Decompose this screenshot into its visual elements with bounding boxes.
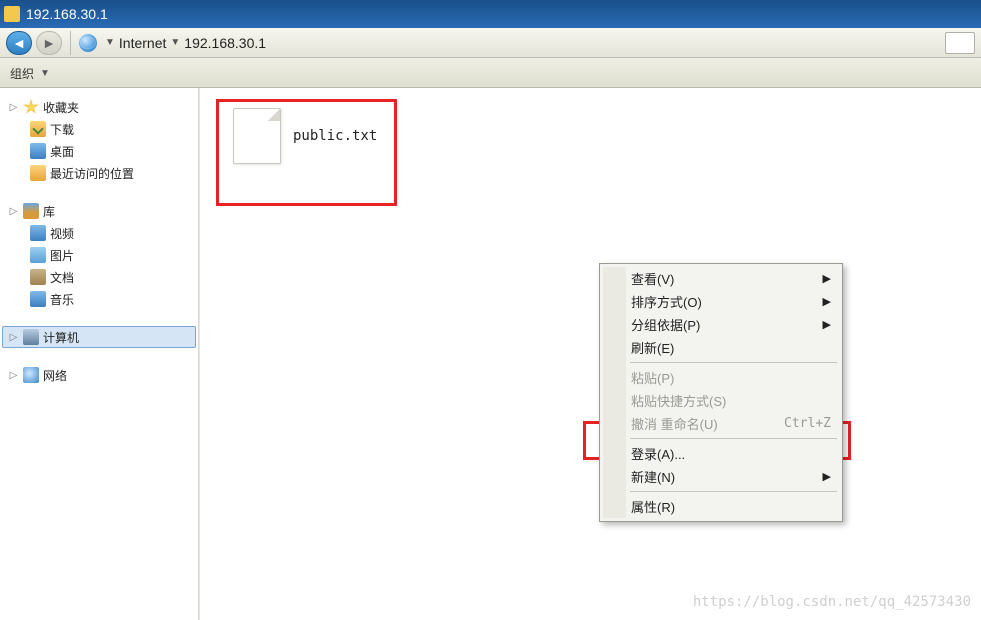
tree-documents[interactable]: 文档 bbox=[2, 266, 196, 288]
expander-icon[interactable]: ▷ bbox=[8, 206, 19, 217]
tree-label: 库 bbox=[43, 203, 55, 220]
nav-separator bbox=[70, 31, 71, 55]
globe-icon bbox=[79, 34, 97, 52]
tree-music[interactable]: 音乐 bbox=[2, 288, 196, 310]
chevron-down-icon[interactable]: ▼ bbox=[40, 68, 50, 79]
tree-pictures[interactable]: 图片 bbox=[2, 244, 196, 266]
library-icon bbox=[23, 203, 39, 219]
chevron-down-icon[interactable]: ▼ bbox=[105, 37, 115, 48]
window-title: 192.168.30.1 bbox=[26, 6, 108, 22]
tree-label: 音乐 bbox=[50, 291, 74, 308]
ctx-paste: 粘贴(P) bbox=[603, 366, 839, 389]
menu-label: 粘贴(P) bbox=[631, 368, 674, 387]
menu-label: 撤消 重命名(U) bbox=[631, 414, 718, 433]
chevron-down-icon[interactable]: ▼ bbox=[170, 37, 180, 48]
tree-label: 视频 bbox=[50, 225, 74, 242]
ctx-paste-shortcut: 粘贴快捷方式(S) bbox=[603, 389, 839, 412]
music-icon bbox=[30, 291, 46, 307]
folder-icon bbox=[30, 121, 46, 137]
menu-label: 分组依据(P) bbox=[631, 315, 700, 334]
file-name: public.txt bbox=[293, 128, 377, 144]
breadcrumb[interactable]: Internet ▼ 192.168.30.1 bbox=[119, 35, 266, 51]
back-button[interactable]: ◄ bbox=[6, 31, 32, 55]
sidebar-tree[interactable]: ▷ 收藏夹 下载 桌面 最近访问的位置 ▷ 库 视频 图片 文档 音乐 ▷ 计算… bbox=[0, 88, 199, 620]
tree-downloads[interactable]: 下载 bbox=[2, 118, 196, 140]
tree-label: 桌面 bbox=[50, 143, 74, 160]
organize-toolbar: 组织 ▼ bbox=[0, 58, 981, 88]
menu-label: 登录(A)... bbox=[631, 444, 685, 463]
tree-label: 收藏夹 bbox=[43, 99, 79, 116]
tree-desktop[interactable]: 桌面 bbox=[2, 140, 196, 162]
tree-favorites[interactable]: ▷ 收藏夹 bbox=[2, 96, 196, 118]
expander-icon[interactable]: ▷ bbox=[8, 370, 19, 381]
tree-computer[interactable]: ▷ 计算机 bbox=[2, 326, 196, 348]
desktop-icon bbox=[30, 143, 46, 159]
ctx-sort[interactable]: 排序方式(O) ▶ bbox=[603, 290, 839, 313]
window-app-icon bbox=[4, 6, 20, 22]
breadcrumb-segment[interactable]: 192.168.30.1 bbox=[184, 35, 266, 51]
ctx-group[interactable]: 分组依据(P) ▶ bbox=[603, 313, 839, 336]
menu-label: 属性(R) bbox=[631, 497, 675, 516]
tree-label: 下载 bbox=[50, 121, 74, 138]
breadcrumb-segment[interactable]: Internet bbox=[119, 35, 166, 51]
watermark: https://blog.csdn.net/qq_42573430 bbox=[693, 594, 971, 610]
ctx-properties[interactable]: 属性(R) bbox=[603, 495, 839, 518]
star-icon bbox=[23, 99, 39, 115]
expander-icon[interactable]: ▷ bbox=[8, 332, 19, 343]
text-file-icon bbox=[233, 108, 281, 164]
tree-libraries[interactable]: ▷ 库 bbox=[2, 200, 196, 222]
search-box[interactable] bbox=[945, 32, 975, 54]
ctx-undo-rename: 撤消 重命名(U) Ctrl+Z bbox=[603, 412, 839, 435]
picture-icon bbox=[30, 247, 46, 263]
file-item[interactable]: public.txt bbox=[229, 104, 405, 168]
computer-icon bbox=[23, 329, 39, 345]
menu-label: 新建(N) bbox=[631, 467, 675, 486]
tree-recent[interactable]: 最近访问的位置 bbox=[2, 162, 196, 184]
video-icon bbox=[30, 225, 46, 241]
submenu-arrow-icon: ▶ bbox=[823, 470, 831, 483]
tree-label: 计算机 bbox=[43, 329, 79, 346]
submenu-arrow-icon: ▶ bbox=[823, 272, 831, 285]
submenu-arrow-icon: ▶ bbox=[823, 295, 831, 308]
recent-icon bbox=[30, 165, 46, 181]
expander-icon[interactable]: ▷ bbox=[8, 102, 19, 113]
window-titlebar: 192.168.30.1 bbox=[0, 0, 981, 28]
menu-label: 粘贴快捷方式(S) bbox=[631, 391, 726, 410]
network-icon bbox=[23, 367, 39, 383]
menu-accelerator: Ctrl+Z bbox=[784, 416, 831, 431]
context-menu: 查看(V) ▶ 排序方式(O) ▶ 分组依据(P) ▶ 刷新(E) 粘贴(P) 粘贴快… bbox=[599, 263, 843, 522]
nav-toolbar: ◄ ► ▼ Internet ▼ 192.168.30.1 bbox=[0, 28, 981, 58]
menu-label: 查看(V) bbox=[631, 269, 674, 288]
organize-button[interactable]: 组织 bbox=[10, 65, 34, 82]
tree-label: 最近访问的位置 bbox=[50, 165, 134, 182]
menu-label: 排序方式(O) bbox=[631, 292, 702, 311]
ctx-view[interactable]: 查看(V) ▶ bbox=[603, 267, 839, 290]
tree-label: 图片 bbox=[50, 247, 74, 264]
menu-separator bbox=[630, 362, 837, 363]
forward-button[interactable]: ► bbox=[36, 31, 62, 55]
menu-separator bbox=[630, 438, 837, 439]
tree-label: 文档 bbox=[50, 269, 74, 286]
ctx-refresh[interactable]: 刷新(E) bbox=[603, 336, 839, 359]
file-list-pane[interactable]: public.txt bbox=[199, 88, 981, 620]
submenu-arrow-icon: ▶ bbox=[823, 318, 831, 331]
tree-videos[interactable]: 视频 bbox=[2, 222, 196, 244]
tree-label: 网络 bbox=[43, 367, 67, 384]
menu-label: 刷新(E) bbox=[631, 338, 674, 357]
ctx-login[interactable]: 登录(A)... bbox=[603, 442, 839, 465]
ctx-new[interactable]: 新建(N) ▶ bbox=[603, 465, 839, 488]
menu-separator bbox=[630, 491, 837, 492]
tree-network[interactable]: ▷ 网络 bbox=[2, 364, 196, 386]
document-icon bbox=[30, 269, 46, 285]
